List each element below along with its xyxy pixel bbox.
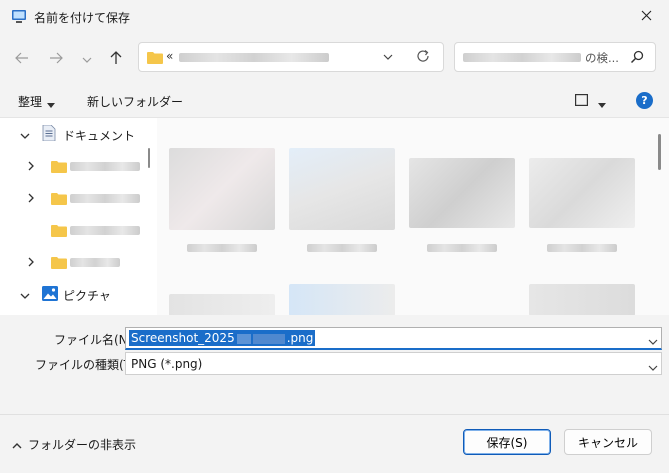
breadcrumb-path-redacted: [179, 53, 329, 62]
save-button[interactable]: 保存(S): [463, 429, 551, 455]
sidebar-scrollbar[interactable]: [148, 148, 150, 168]
sidebar-item-label-redacted: [70, 162, 140, 171]
address-bar[interactable]: «: [138, 42, 444, 72]
file-thumbnail[interactable]: [289, 148, 395, 230]
filename-input[interactable]: Screenshot_2025 .png: [125, 327, 662, 350]
file-name-redacted: [547, 244, 617, 252]
sidebar-item-label-redacted: [70, 258, 120, 267]
folder-icon: [51, 224, 67, 240]
forward-button[interactable]: [44, 48, 68, 70]
close-icon: [641, 10, 652, 24]
sidebar-item-label: ドキュメント: [63, 129, 136, 143]
navigation-pane[interactable]: ドキュメント ピクチャ: [0, 118, 157, 316]
file-thumbnail[interactable]: [529, 158, 635, 228]
caret-down-icon[interactable]: [598, 97, 606, 111]
sidebar-item-documents[interactable]: ドキュメント: [0, 118, 145, 150]
caret-down-icon[interactable]: [47, 97, 55, 111]
folder-icon: [147, 51, 163, 67]
content-area: ドキュメント ピクチャ: [0, 117, 669, 316]
file-thumbnail[interactable]: [529, 284, 635, 316]
hide-folders-button[interactable]: フォルダーの非表示: [12, 436, 136, 453]
new-folder-button[interactable]: 新しいフォルダー: [87, 93, 183, 110]
file-thumbnail[interactable]: [169, 148, 275, 230]
sidebar-item-folder[interactable]: [0, 150, 145, 182]
close-button[interactable]: [624, 0, 669, 34]
chevron-down-icon[interactable]: [20, 129, 30, 143]
file-name-redacted: [307, 244, 377, 252]
chevron-down-icon: [82, 52, 92, 66]
arrow-up-icon: [110, 50, 122, 68]
arrow-right-icon: [49, 52, 63, 67]
chevron-down-icon[interactable]: [383, 50, 393, 67]
file-name-redacted: [427, 244, 497, 252]
window-title: 名前を付けて保存: [34, 11, 131, 25]
app-icon: [11, 8, 27, 24]
pictures-icon: [42, 286, 58, 304]
file-thumbnail[interactable]: [409, 158, 515, 228]
footer-divider: [0, 414, 669, 415]
view-mode-icon[interactable]: [575, 94, 589, 109]
file-thumbnail[interactable]: [289, 284, 395, 316]
recent-locations-button[interactable]: [75, 48, 99, 70]
chevron-down-icon[interactable]: [20, 289, 30, 303]
sidebar-item-label-redacted: [70, 194, 140, 203]
sidebar-item-folder[interactable]: [0, 246, 145, 278]
file-list-scrollbar[interactable]: [658, 134, 661, 170]
chevron-right-icon[interactable]: [28, 160, 35, 174]
file-name-redacted: [187, 244, 257, 252]
hide-folders-label: フォルダーの非表示: [28, 438, 137, 452]
document-icon: [42, 124, 56, 144]
help-icon[interactable]: ?: [636, 92, 653, 109]
up-button[interactable]: [104, 48, 128, 70]
folder-icon: [51, 256, 67, 272]
sidebar-item-pictures[interactable]: ピクチャ: [0, 278, 145, 310]
folder-icon: [51, 192, 67, 208]
filetype-select[interactable]: PNG (*.png): [125, 352, 662, 375]
arrow-left-icon: [15, 52, 29, 67]
chevron-up-icon: [12, 438, 22, 452]
search-box[interactable]: の検...: [454, 42, 656, 72]
filetype-value: PNG (*.png): [131, 357, 203, 371]
sidebar-item-label-redacted: [70, 226, 140, 235]
search-placeholder: の検...: [585, 51, 619, 65]
organize-button[interactable]: 整理: [18, 93, 42, 110]
search-icon[interactable]: [630, 50, 644, 67]
chevron-down-icon[interactable]: [648, 360, 658, 374]
refresh-icon[interactable]: [415, 48, 431, 67]
file-thumbnail[interactable]: [169, 294, 275, 316]
folder-icon: [51, 160, 67, 176]
file-list[interactable]: [157, 118, 669, 316]
chevron-down-icon[interactable]: [648, 334, 658, 348]
chevron-right-icon[interactable]: [28, 192, 35, 206]
cancel-button[interactable]: キャンセル: [564, 429, 652, 455]
sidebar-item-folder[interactable]: [0, 182, 145, 214]
breadcrumb-overflow[interactable]: «: [166, 49, 173, 63]
filename-selected-text: Screenshot_2025 .png: [129, 330, 316, 346]
back-button[interactable]: [10, 48, 34, 70]
search-scope-redacted: [463, 53, 581, 62]
chevron-right-icon[interactable]: [28, 256, 35, 270]
sidebar-item-folder[interactable]: [0, 214, 145, 246]
title-bar: 名前を付けて保存: [0, 0, 669, 34]
sidebar-item-label: ピクチャ: [63, 289, 111, 303]
